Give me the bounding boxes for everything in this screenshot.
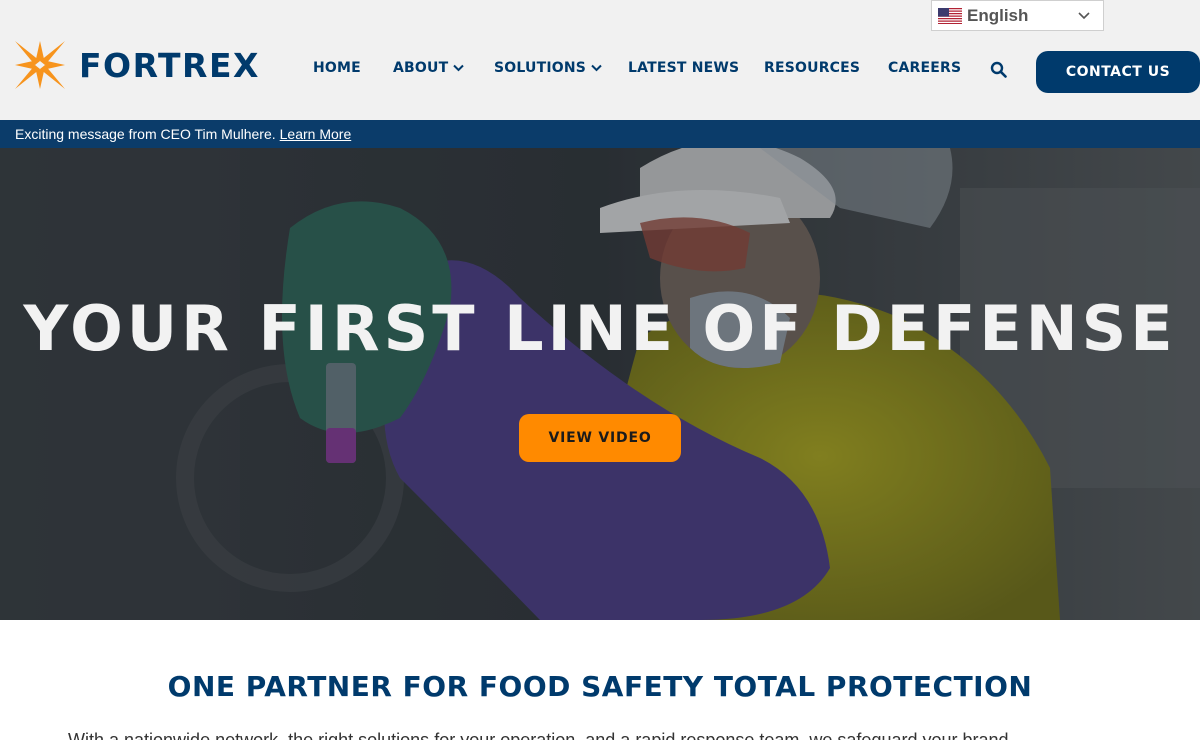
search-icon[interactable]	[990, 61, 1007, 78]
nav-item-solutions[interactable]: SOLUTIONS	[494, 60, 602, 76]
site-header: FORTREX English HOME ABOUT SOLUTIONS LAT…	[0, 0, 1200, 120]
fortrex-logo-icon	[15, 41, 65, 89]
nav-label: HOME	[313, 60, 361, 76]
nav-item-resources[interactable]: RESOURCES	[764, 60, 860, 76]
us-flag-icon	[938, 7, 962, 24]
section-title: ONE PARTNER FOR FOOD SAFETY TOTAL PROTEC…	[167, 670, 1033, 703]
nav-label: CAREERS	[888, 60, 962, 76]
announcement-bar: Exciting message from CEO Tim Mulhere. L…	[0, 120, 1200, 148]
learn-more-link[interactable]: Learn More	[280, 126, 352, 142]
hero-image	[0, 148, 1200, 620]
nav-item-about[interactable]: ABOUT	[393, 60, 465, 76]
hero-title: YOUR FIRST LINE OF DEFENSE	[23, 292, 1177, 365]
announcement-message: Exciting message from CEO Tim Mulhere.	[15, 126, 276, 142]
logo-text: FORTREX	[79, 45, 260, 85]
language-selector[interactable]: English	[931, 0, 1104, 31]
contact-us-button[interactable]: CONTACT US	[1036, 51, 1200, 93]
hero-banner: YOUR FIRST LINE OF DEFENSE VIEW VIDEO	[0, 148, 1200, 620]
nav-label: SOLUTIONS	[494, 60, 587, 76]
nav-item-careers[interactable]: CAREERS	[888, 60, 961, 76]
logo[interactable]: FORTREX	[15, 41, 260, 89]
chevron-down-icon	[591, 64, 602, 72]
nav-label: ABOUT	[393, 60, 449, 76]
section-text: With a nationwide network, the right sol…	[68, 730, 1009, 740]
nav-item-latest-news[interactable]: LATEST NEWS	[628, 60, 739, 76]
chevron-down-icon	[453, 64, 465, 72]
nav-label: RESOURCES	[764, 60, 861, 76]
chevron-down-icon	[1078, 12, 1090, 20]
nav-label: LATEST NEWS	[628, 60, 740, 76]
view-video-button[interactable]: VIEW VIDEO	[519, 414, 681, 462]
nav-item-home[interactable]: HOME	[313, 60, 361, 76]
language-label: English	[967, 5, 1029, 25]
